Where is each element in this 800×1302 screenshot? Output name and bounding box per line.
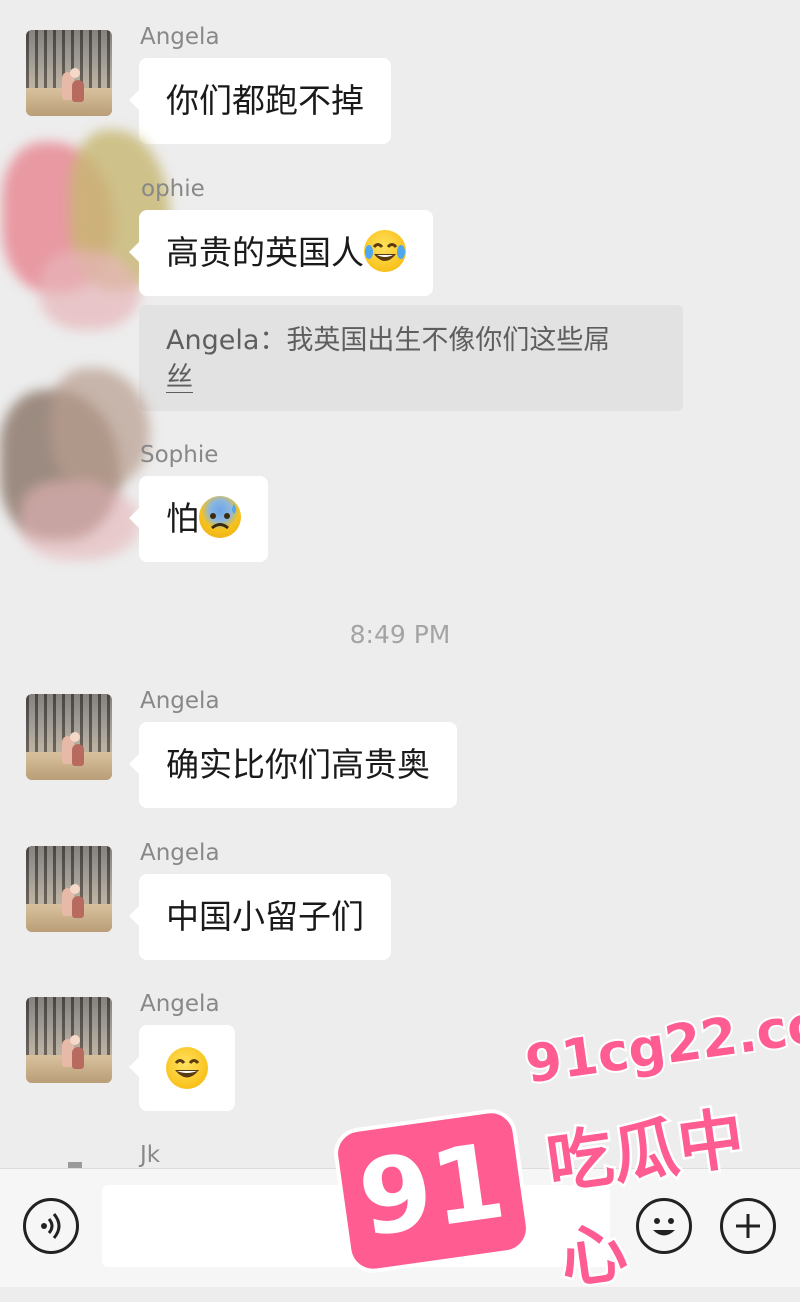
message-bubble[interactable]: 确实比你们高贵奥 (129, 722, 457, 808)
quoted-message[interactable]: Angela：我英国出生不像你们这些屌 丝 (139, 305, 683, 411)
message-text: 怕 (166, 499, 199, 538)
quote-text-line2: 丝 (166, 362, 193, 393)
voice-icon (41, 1213, 61, 1239)
sender-name: ophie (141, 176, 205, 202)
sender-name: Jk (140, 1142, 161, 1168)
sender-name: Sophie (140, 442, 219, 468)
avatar[interactable] (26, 30, 112, 116)
watermark-logo: 91 (330, 1105, 534, 1277)
avatar[interactable] (26, 997, 112, 1083)
timestamp: 8:49 PM (349, 620, 451, 649)
sender-name: Angela (140, 24, 220, 50)
sender-name: Angela (140, 991, 220, 1017)
anxious-sweat-emoji-icon (199, 495, 241, 538)
message-bubble[interactable]: 中国小留子们 (129, 874, 391, 960)
voice-button[interactable] (23, 1198, 79, 1254)
watermark-number: 91 (351, 1119, 513, 1261)
quote-text-line1: Angela：我英国出生不像你们这些屌 (166, 325, 611, 356)
watermark-brand: 吃瓜中心 (540, 1097, 752, 1301)
sender-name: Angela (140, 840, 220, 866)
message-bubble[interactable]: 高贵的英国人 (129, 210, 433, 296)
grinning-emoji-icon (166, 1046, 208, 1089)
message-text: 高贵的英国人 (166, 233, 364, 272)
message-text: 确实比你们高贵奥 (166, 745, 430, 784)
message-text: 你们都跑不掉 (166, 81, 364, 120)
sender-name: Angela (140, 688, 220, 714)
avatar[interactable] (26, 694, 112, 780)
message-text: 中国小留子们 (166, 897, 364, 936)
chat-area: Angela 你们都跑不掉 ophie 高贵的英国人 Angela：我英国出生不… (0, 0, 800, 1168)
message-bubble[interactable]: 怕 (129, 476, 268, 562)
tears-of-joy-emoji-icon (364, 229, 406, 272)
message-bubble[interactable] (129, 1025, 235, 1111)
avatar[interactable] (26, 846, 112, 932)
